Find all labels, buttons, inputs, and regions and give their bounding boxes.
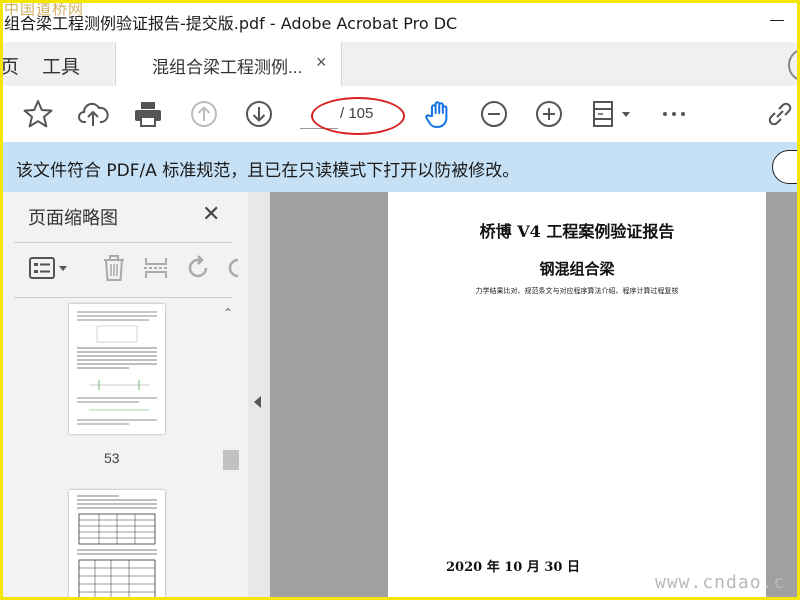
tab-document-label: 混组合梁工程测例... xyxy=(152,58,303,77)
panel-title: 页面缩略图 xyxy=(28,208,118,229)
tab-home[interactable]: 页 xyxy=(0,52,19,79)
collapse-arrow-icon xyxy=(254,396,261,408)
rotate-right-icon[interactable] xyxy=(224,254,238,282)
link-icon[interactable] xyxy=(764,98,796,130)
page-down-icon[interactable] xyxy=(243,98,275,130)
tab-bar: 页 工具 混组合梁工程测例... × xyxy=(0,42,800,87)
minimize-button[interactable] xyxy=(770,20,784,21)
toolbar: / 105 xyxy=(0,86,800,143)
watermark-top-left: 中国道桥网 xyxy=(4,0,85,18)
page-number-input[interactable] xyxy=(300,100,338,129)
scrollbar-thumb[interactable] xyxy=(223,450,239,470)
delete-page-icon[interactable] xyxy=(100,254,128,282)
panel-close-icon[interactable]: ✕ xyxy=(202,201,220,227)
print-icon[interactable] xyxy=(132,98,164,130)
notice-message: 该文件符合 PDF/A 标准规范，且已在只读模式下打开以防被修改。 xyxy=(16,161,520,181)
extract-page-icon[interactable] xyxy=(142,254,170,282)
enable-editing-button[interactable] xyxy=(772,150,800,184)
document-view: 桥博 V4 工程案例验证报告 钢混组合梁 力学结果比对、规范条文与对应程序算法介… xyxy=(270,192,800,600)
zoom-out-icon[interactable] xyxy=(478,98,510,130)
watermark-bottom-right: www.cndao.c xyxy=(655,572,786,593)
panel-divider-2 xyxy=(14,297,232,298)
thumbnail-page-number: 53 xyxy=(104,450,120,466)
tab-close-icon[interactable]: × xyxy=(316,52,327,73)
thumbnail-page[interactable] xyxy=(69,490,165,600)
thumbnail-list: 53 xyxy=(14,302,222,600)
document-page: 桥博 V4 工程案例验证报告 钢混组合梁 力学结果比对、规范条文与对应程序算法介… xyxy=(388,192,766,600)
more-icon[interactable] xyxy=(658,98,690,130)
hand-icon[interactable] xyxy=(423,98,455,130)
thumbnail-page[interactable] xyxy=(69,304,165,434)
document-title: 桥博 V4 工程案例验证报告 xyxy=(479,222,675,241)
zoom-in-icon[interactable] xyxy=(533,98,565,130)
pdfa-notice-bar: 该文件符合 PDF/A 标准规范，且已在只读模式下打开以防被修改。 xyxy=(0,142,800,192)
title-bar: 组合梁工程测例验证报告-提交版.pdf - Adobe Acrobat Pro … xyxy=(0,0,800,42)
page-total: / 105 xyxy=(340,105,374,122)
thumbnail-panel: 页面缩略图 ✕ 53 ⌃ xyxy=(0,192,249,600)
tab-document[interactable]: 混组合梁工程测例... × xyxy=(115,42,342,86)
panel-divider xyxy=(14,242,232,243)
panel-collapse-handle[interactable] xyxy=(248,192,270,600)
page-navigator: / 105 xyxy=(300,100,396,129)
document-description: 力学结果比对、规范条文与对应程序算法介绍、程序计算过程复核 xyxy=(475,287,679,295)
cloud-upload-icon[interactable] xyxy=(77,98,109,130)
document-date: 2020 年 10 月 30 日 xyxy=(446,560,580,575)
thumbnail-options-icon[interactable] xyxy=(28,254,72,282)
rotate-page-icon[interactable] xyxy=(184,254,212,282)
new-tab-button[interactable] xyxy=(788,48,800,82)
fit-page-icon[interactable] xyxy=(590,98,634,130)
tab-tools[interactable]: 工具 xyxy=(42,52,80,79)
thumbnail-scrollbar[interactable]: ⌃ xyxy=(220,302,240,600)
star-icon[interactable] xyxy=(22,98,54,130)
page-up-icon[interactable] xyxy=(188,98,220,130)
document-subtitle: 钢混组合梁 xyxy=(539,260,615,278)
scroll-up-icon[interactable]: ⌃ xyxy=(223,306,233,320)
